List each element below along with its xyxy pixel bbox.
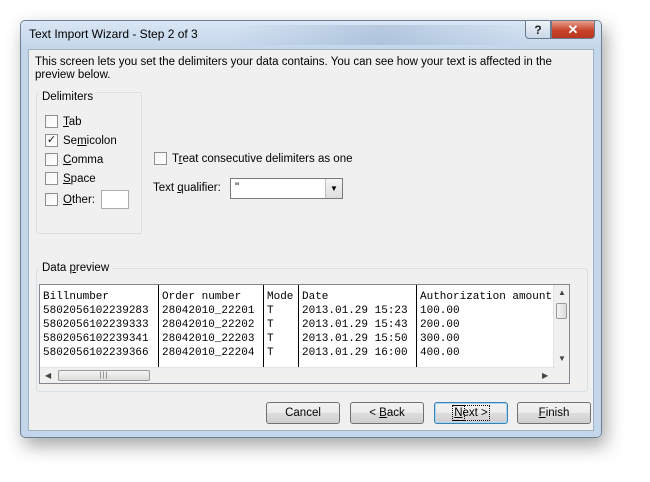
space-label: Space <box>63 172 96 185</box>
dropdown-arrow-icon[interactable]: ▼ <box>325 179 342 198</box>
data-preview-grid[interactable]: Billnumber Order number Mode Date Author… <box>39 284 570 384</box>
window-title: Text Import Wizard - Step 2 of 3 <box>29 27 198 41</box>
finish-button-label: Finish <box>538 407 570 419</box>
table-cell: 5802056102239333 <box>43 319 149 331</box>
tab-label: Tab <box>63 115 82 128</box>
column-header: Mode <box>267 291 294 303</box>
table-cell: 5802056102239341 <box>43 333 149 345</box>
vertical-scroll-thumb[interactable] <box>556 303 567 319</box>
table-cell: T <box>267 319 274 331</box>
column-header: Billnumber <box>43 291 110 303</box>
scroll-left-icon[interactable]: ◀ <box>45 372 51 380</box>
horizontal-scrollbar[interactable]: ◀ ||| ▶ <box>40 367 555 383</box>
delimiters-group: Delimiters Tab ✓ Semicolon Comma Space O… <box>36 91 142 234</box>
scroll-right-icon[interactable]: ▶ <box>542 372 548 380</box>
vertical-scrollbar[interactable]: ▲ ▼ <box>553 285 569 367</box>
table-cell: 2013.01.29 15:43 <box>302 319 408 331</box>
title-bar-glass <box>231 25 531 45</box>
table-cell: 400.00 <box>420 347 460 359</box>
other-label: Other: <box>63 193 95 206</box>
table-cell: 5802056102239366 <box>43 347 149 359</box>
help-icon: ? <box>534 22 542 37</box>
cancel-button[interactable]: Cancel <box>266 402 340 424</box>
column-header: Order number <box>162 291 242 303</box>
scroll-up-icon[interactable]: ▲ <box>558 289 566 297</box>
table-cell: 28042010_22201 <box>162 305 255 317</box>
table-cell: 2013.01.29 15:50 <box>302 333 408 345</box>
treat-consecutive-checkbox[interactable] <box>154 152 167 165</box>
table-cell: T <box>267 333 274 345</box>
close-icon: ✕ <box>567 22 579 37</box>
preview-header-row: Billnumber Order number Mode Date Author… <box>40 290 555 304</box>
table-cell: 200.00 <box>420 319 460 331</box>
back-button[interactable]: < Back <box>350 402 424 424</box>
table-row: 5802056102239333 28042010_22202 T 2013.0… <box>40 318 555 332</box>
table-row: 5802056102239283 28042010_22201 T 2013.0… <box>40 304 555 318</box>
table-cell: 28042010_22202 <box>162 319 255 331</box>
title-bar[interactable]: Text Import Wizard - Step 2 of 3 ? ✕ <box>21 21 601 49</box>
table-cell: 28042010_22203 <box>162 333 255 345</box>
other-delimiter-input[interactable] <box>100 190 129 209</box>
other-checkbox[interactable] <box>45 193 58 206</box>
comma-option[interactable]: Comma <box>45 153 103 166</box>
text-qualifier-value: " <box>235 182 240 194</box>
delimiters-group-label: Delimiters <box>39 91 97 103</box>
next-button-label: Next > <box>452 405 490 421</box>
table-cell: 5802056102239283 <box>43 305 149 317</box>
dialog-client-area: This screen lets you set the delimiters … <box>28 49 594 431</box>
intro-text: This screen lets you set the delimiters … <box>35 56 552 81</box>
preview-table: Billnumber Order number Mode Date Author… <box>40 285 555 367</box>
table-cell: 100.00 <box>420 305 460 317</box>
scroll-down-icon[interactable]: ▼ <box>558 355 566 363</box>
tab-checkbox[interactable] <box>45 115 58 128</box>
semicolon-option[interactable]: ✓ Semicolon <box>45 134 117 147</box>
comma-checkbox[interactable] <box>45 153 58 166</box>
scrollbar-corner <box>555 367 569 383</box>
back-button-label: < Back <box>369 407 405 419</box>
semicolon-checkbox[interactable]: ✓ <box>45 134 58 147</box>
space-option[interactable]: Space <box>45 172 96 185</box>
table-cell: T <box>267 347 274 359</box>
table-cell: 28042010_22204 <box>162 347 255 359</box>
space-checkbox[interactable] <box>45 172 58 185</box>
text-qualifier-label: Text qualifier: <box>153 182 221 194</box>
next-button[interactable]: Next > <box>434 402 508 424</box>
data-preview-label: Data preview <box>39 262 113 274</box>
text-qualifier-select[interactable]: " ▼ <box>230 178 343 199</box>
table-row: 5802056102239366 28042010_22204 T 2013.0… <box>40 346 555 360</box>
cancel-button-label: Cancel <box>285 407 321 419</box>
treat-consecutive-option[interactable]: Treat consecutive delimiters as one <box>154 152 353 165</box>
other-option[interactable]: Other: <box>45 190 129 209</box>
finish-button[interactable]: Finish <box>517 402 591 424</box>
comma-label: Comma <box>63 153 104 166</box>
column-header: Authorization amount <box>420 291 553 303</box>
table-row: 5802056102239341 28042010_22203 T 2013.0… <box>40 332 555 346</box>
table-cell: 2013.01.29 16:00 <box>302 347 408 359</box>
horizontal-scroll-thumb[interactable]: ||| <box>58 370 150 381</box>
table-cell: T <box>267 305 274 317</box>
help-button[interactable]: ? <box>525 21 551 39</box>
semicolon-label: Semicolon <box>63 134 117 147</box>
treat-consecutive-label: Treat consecutive delimiters as one <box>172 152 353 165</box>
table-cell: 2013.01.29 15:23 <box>302 305 408 317</box>
text-import-wizard-dialog: Text Import Wizard - Step 2 of 3 ? ✕ Thi… <box>20 20 602 438</box>
table-cell: 300.00 <box>420 333 460 345</box>
column-header: Date <box>302 291 329 303</box>
close-button[interactable]: ✕ <box>551 21 595 39</box>
tab-option[interactable]: Tab <box>45 115 82 128</box>
